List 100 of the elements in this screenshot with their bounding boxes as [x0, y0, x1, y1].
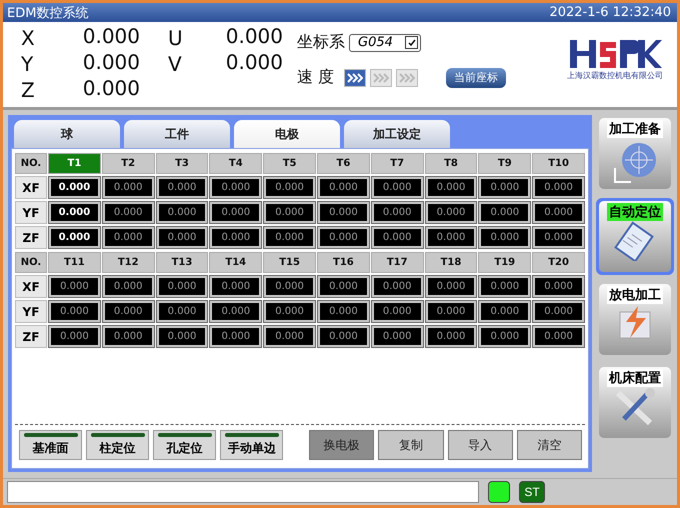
- value-cell[interactable]: 0.000: [156, 301, 208, 322]
- mode-button[interactable]: 孔定位: [153, 430, 216, 460]
- value-cell[interactable]: 0.000: [102, 326, 154, 347]
- action-button[interactable]: 导入: [448, 430, 513, 460]
- value-cell[interactable]: 0.000: [479, 177, 530, 198]
- value-cell[interactable]: 0.000: [156, 326, 208, 347]
- action-button[interactable]: 换电极: [309, 430, 374, 460]
- column-header[interactable]: T17: [370, 252, 424, 273]
- side-button[interactable]: 机床配置: [596, 364, 674, 441]
- value-cell[interactable]: 0.000: [318, 227, 369, 248]
- value-cell[interactable]: 0.000: [426, 227, 476, 248]
- value-cell[interactable]: 0.000: [102, 276, 154, 297]
- value-cell[interactable]: 0.000: [264, 301, 315, 322]
- value-cell[interactable]: 0.000: [372, 177, 423, 198]
- tab[interactable]: 加工设定: [344, 120, 450, 148]
- value-cell[interactable]: 0.000: [49, 227, 100, 248]
- column-header[interactable]: T13: [156, 252, 208, 273]
- value-cell[interactable]: 0.000: [372, 227, 423, 248]
- value-cell[interactable]: 0.000: [210, 227, 262, 248]
- column-header[interactable]: T1: [48, 153, 101, 174]
- column-header[interactable]: T6: [316, 153, 370, 174]
- value-cell[interactable]: 0.000: [479, 326, 530, 347]
- value-cell[interactable]: 0.000: [156, 227, 208, 248]
- value-cell[interactable]: 0.000: [210, 326, 262, 347]
- column-header[interactable]: T3: [156, 153, 208, 174]
- value-cell[interactable]: 0.000: [533, 301, 584, 322]
- value-cell[interactable]: 0.000: [210, 177, 262, 198]
- value-cell[interactable]: 0.000: [318, 276, 369, 297]
- value-cell[interactable]: 0.000: [318, 301, 369, 322]
- tab[interactable]: 电极: [234, 120, 340, 148]
- value-cell[interactable]: 0.000: [479, 227, 530, 248]
- tab[interactable]: 球: [14, 120, 120, 148]
- value-cell[interactable]: 0.000: [102, 227, 154, 248]
- side-button[interactable]: 放电加工: [596, 281, 674, 358]
- value-cell[interactable]: 0.000: [533, 227, 584, 248]
- value-cell[interactable]: 0.000: [479, 301, 530, 322]
- value-cell[interactable]: 0.000: [264, 177, 315, 198]
- column-header[interactable]: T7: [370, 153, 424, 174]
- column-header[interactable]: T4: [209, 153, 262, 174]
- value-cell[interactable]: 0.000: [49, 177, 100, 198]
- value-cell[interactable]: 0.000: [264, 276, 315, 297]
- value-cell[interactable]: 0.000: [264, 326, 315, 347]
- value-cell[interactable]: 0.000: [372, 326, 423, 347]
- value-cell[interactable]: 0.000: [264, 202, 315, 223]
- column-header[interactable]: T18: [424, 252, 478, 273]
- speed-step-button[interactable]: [344, 68, 366, 86]
- value-cell[interactable]: 0.000: [156, 177, 208, 198]
- column-header[interactable]: T11: [48, 252, 101, 273]
- st-button[interactable]: ST: [519, 481, 545, 503]
- value-cell[interactable]: 0.000: [210, 202, 262, 223]
- value-cell[interactable]: 0.000: [102, 301, 154, 322]
- column-header[interactable]: T9: [478, 153, 532, 174]
- value-cell[interactable]: 0.000: [156, 276, 208, 297]
- value-cell[interactable]: 0.000: [318, 177, 369, 198]
- value-cell[interactable]: 0.000: [102, 177, 154, 198]
- coordinate-system-dropdown[interactable]: G054: [349, 34, 421, 52]
- column-header[interactable]: T12: [102, 252, 155, 273]
- value-cell[interactable]: 0.000: [156, 202, 208, 223]
- value-cell[interactable]: 0.000: [426, 301, 476, 322]
- column-header[interactable]: T5: [263, 153, 316, 174]
- mode-button[interactable]: 柱定位: [86, 430, 150, 460]
- action-button[interactable]: 清空: [516, 430, 582, 460]
- column-header[interactable]: T10: [532, 153, 585, 174]
- value-cell[interactable]: 0.000: [210, 301, 262, 322]
- value-cell[interactable]: 0.000: [49, 301, 100, 322]
- mode-button[interactable]: 手动单边: [220, 430, 284, 460]
- value-cell[interactable]: 0.000: [318, 202, 369, 223]
- value-cell[interactable]: 0.000: [426, 202, 476, 223]
- column-header[interactable]: T14: [209, 252, 262, 273]
- value-cell[interactable]: 0.000: [102, 202, 154, 223]
- value-cell[interactable]: 0.000: [49, 326, 100, 347]
- current-coords-button[interactable]: 当前座标: [446, 68, 506, 88]
- value-cell[interactable]: 0.000: [533, 177, 584, 198]
- column-header[interactable]: T20: [532, 252, 585, 273]
- value-cell[interactable]: 0.000: [426, 276, 476, 297]
- column-header[interactable]: T16: [316, 252, 370, 273]
- value-cell[interactable]: 0.000: [479, 276, 530, 297]
- action-button[interactable]: 复制: [378, 430, 444, 460]
- value-cell[interactable]: 0.000: [49, 276, 100, 297]
- value-cell[interactable]: 0.000: [372, 301, 423, 322]
- value-cell[interactable]: 0.000: [49, 202, 100, 223]
- value-cell[interactable]: 0.000: [479, 202, 530, 223]
- value-cell[interactable]: 0.000: [318, 326, 369, 347]
- side-button[interactable]: 自动定位: [596, 198, 674, 275]
- value-cell[interactable]: 0.000: [426, 326, 476, 347]
- column-header[interactable]: T2: [102, 153, 155, 174]
- value-cell[interactable]: 0.000: [372, 276, 423, 297]
- value-cell[interactable]: 0.000: [210, 276, 262, 297]
- column-header[interactable]: T15: [263, 252, 316, 273]
- side-button[interactable]: 加工准备: [596, 115, 674, 192]
- mode-button[interactable]: 基准面: [19, 430, 82, 460]
- value-cell[interactable]: 0.000: [533, 202, 584, 223]
- tab[interactable]: 工件: [124, 120, 230, 148]
- value-cell[interactable]: 0.000: [533, 276, 584, 297]
- column-header[interactable]: T19: [478, 252, 532, 273]
- column-header[interactable]: T8: [424, 153, 478, 174]
- value-cell[interactable]: 0.000: [264, 227, 315, 248]
- value-cell[interactable]: 0.000: [533, 326, 584, 347]
- value-cell[interactable]: 0.000: [372, 202, 423, 223]
- value-cell[interactable]: 0.000: [426, 177, 476, 198]
